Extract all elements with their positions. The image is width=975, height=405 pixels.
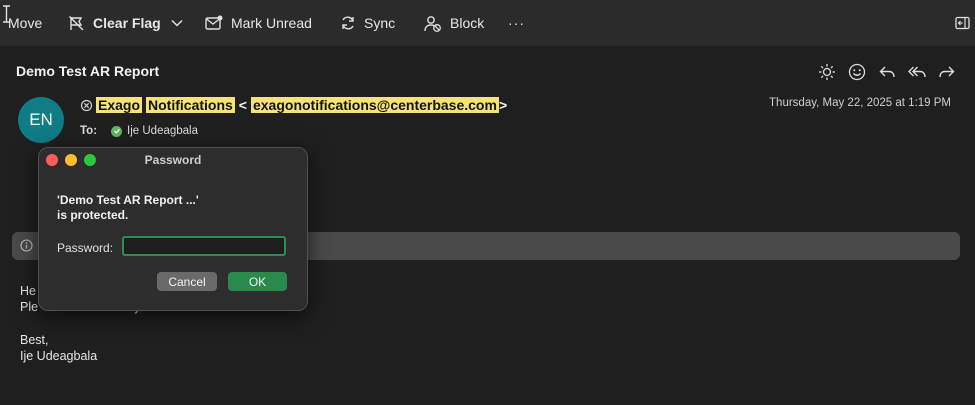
clear-flag-label: Clear Flag	[93, 15, 161, 31]
block-button[interactable]: Block	[424, 0, 484, 46]
sender-email[interactable]: exagonotifications@centerbase.com	[250, 97, 499, 113]
block-label: Block	[450, 15, 485, 31]
smiley-icon[interactable]	[847, 62, 867, 82]
info-icon	[20, 239, 33, 252]
move-label: Move	[8, 15, 43, 31]
dialog-message-line-2: is protected.	[57, 208, 129, 222]
recipient[interactable]: Ije Udeagbala	[111, 125, 198, 137]
reply-icon[interactable]	[877, 62, 897, 82]
recipient-name: Ije Udeagbala	[127, 125, 199, 137]
email-close-bracket: >	[498, 97, 508, 113]
message-actions	[817, 62, 957, 82]
dialog-title: Password	[144, 153, 202, 167]
email-open-bracket: <	[238, 97, 247, 113]
to-label: To:	[80, 125, 98, 137]
check-circle-icon	[111, 125, 123, 137]
forward-icon[interactable]	[937, 62, 957, 82]
chevron-down-icon	[171, 19, 183, 27]
sender-first-name[interactable]: Exago	[96, 97, 143, 113]
clear-flag-menu-button[interactable]	[170, 0, 184, 46]
message-date: Thursday, May 22, 2025 at 1:19 PM	[769, 97, 951, 109]
dialog-titlebar: Password	[39, 148, 307, 172]
reply-all-icon[interactable]	[907, 62, 927, 82]
blocked-circle-icon	[80, 99, 93, 111]
body-signature: Ije Udeagbala	[20, 349, 98, 363]
cancel-button[interactable]: Cancel	[157, 272, 217, 291]
sender-line: Exago Notifications < exagonotifications@…	[80, 97, 507, 113]
toolbar: Move Clear Flag Mark Unread Sync Block ·…	[0, 0, 975, 46]
dialog-message: 'Demo Test AR Report ...' is protected.	[57, 193, 199, 223]
password-input[interactable]	[122, 236, 286, 256]
sync-label: Sync	[364, 15, 396, 31]
more-button[interactable]: ···	[508, 0, 525, 46]
block-user-icon	[424, 15, 441, 32]
ok-button[interactable]: OK	[228, 272, 287, 291]
sender-last-name[interactable]: Notifications	[146, 97, 235, 113]
password-label: Password:	[57, 241, 114, 255]
sync-button[interactable]: Sync	[340, 0, 395, 46]
sidebar-toggle-button[interactable]	[955, 0, 970, 46]
mark-unread-label: Mark Unread	[231, 15, 312, 31]
password-dialog: Password 'Demo Test AR Report ...' is pr…	[38, 147, 308, 311]
more-icon: ···	[508, 15, 525, 31]
body-line-2-start: Ple	[20, 300, 39, 314]
envelope-dot-icon	[205, 15, 223, 30]
sun-icon[interactable]	[817, 62, 837, 82]
recipient-line: To: Ije Udeagbala	[80, 125, 198, 137]
message-subject: Demo Test AR Report	[16, 63, 160, 79]
sidebar-toggle-icon	[955, 16, 970, 30]
dialog-message-line-1: 'Demo Test AR Report ...'	[57, 193, 199, 207]
sync-icon	[342, 16, 354, 30]
move-button[interactable]: Move	[8, 0, 42, 46]
body-closing: Best,	[20, 333, 49, 347]
mark-unread-button[interactable]: Mark Unread	[205, 0, 312, 46]
avatar: EN	[18, 97, 64, 143]
clear-flag-button[interactable]: Clear Flag	[68, 0, 161, 46]
flag-slash-icon	[69, 15, 84, 30]
